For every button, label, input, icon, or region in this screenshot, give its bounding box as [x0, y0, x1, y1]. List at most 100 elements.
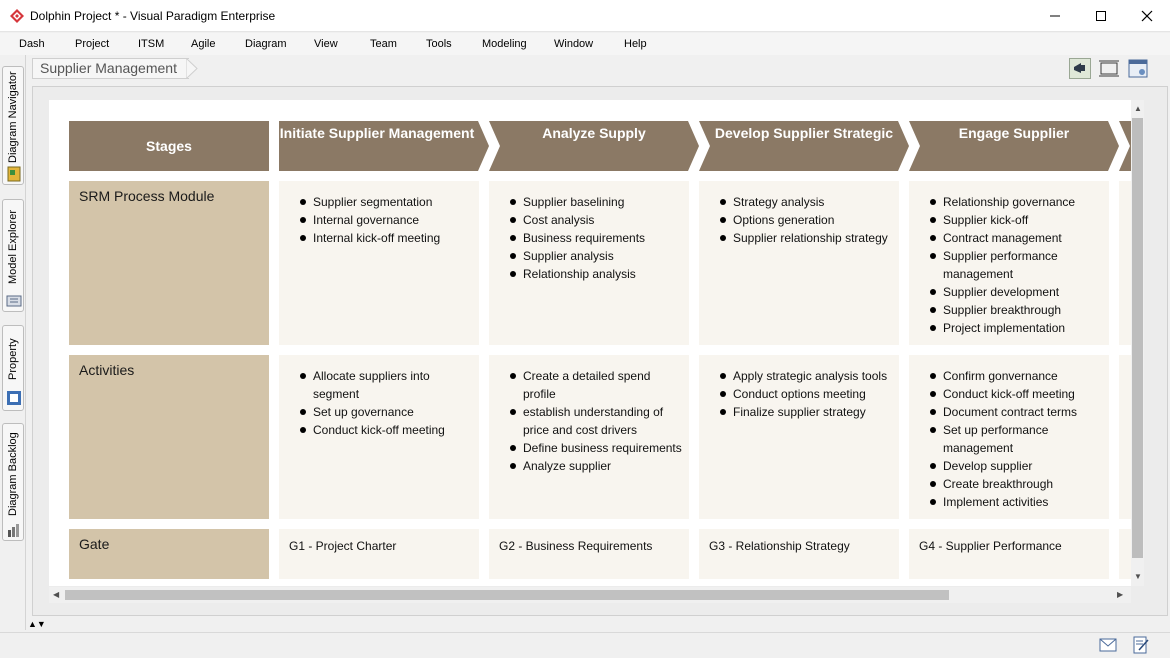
- list-item: Internal kick-off meeting: [289, 229, 473, 247]
- dock-tab-label: Model Explorer: [7, 210, 19, 284]
- list-item: Develop supplier: [919, 457, 1103, 475]
- list-item: Supplier baselining: [499, 193, 683, 211]
- menu-view[interactable]: View: [314, 38, 338, 50]
- menu-project[interactable]: Project: [75, 38, 109, 50]
- cell-activities-stage-1[interactable]: Allocate suppliers into segment Set up g…: [279, 355, 479, 519]
- vertical-scrollbar[interactable]: ▲ ▼: [1131, 100, 1144, 586]
- list-item: Confirm gonvernance: [919, 367, 1103, 385]
- diagram-properties-icon: [1128, 59, 1148, 78]
- list-item: Conduct kick-off meeting: [919, 385, 1103, 403]
- scroll-up-icon[interactable]: ▲: [1134, 104, 1142, 114]
- scroll-down-icon[interactable]: ▼: [1134, 572, 1142, 582]
- breadcrumb[interactable]: Supplier Management: [32, 58, 189, 79]
- dock-tab-label: Diagram Navigator: [7, 71, 19, 163]
- cell-srm-stage-4[interactable]: Relationship governance Supplier kick-of…: [909, 181, 1109, 345]
- breadcrumb-chevron-icon: [186, 58, 198, 79]
- announcement-button[interactable]: [1069, 58, 1091, 79]
- diagram-properties-button[interactable]: [1127, 58, 1149, 79]
- stage-label-3: Develop Supplier Strategic: [714, 125, 894, 141]
- list-item: establish understanding of price and cos…: [499, 403, 683, 439]
- minimize-icon: [1050, 15, 1060, 17]
- collapse-toggle-icon[interactable]: ▲▼: [28, 619, 46, 629]
- list-item: Strategy analysis: [709, 193, 893, 211]
- vertical-scroll-thumb[interactable]: [1132, 118, 1143, 558]
- menu-dash[interactable]: Dash: [19, 38, 45, 50]
- cell-srm-stage-2[interactable]: Supplier baselining Cost analysis Busine…: [489, 181, 689, 345]
- menu-tools[interactable]: Tools: [426, 38, 452, 50]
- cell-activities-stage-4[interactable]: Confirm gonvernance Conduct kick-off mee…: [909, 355, 1109, 519]
- stage-label-2: Analyze Supply: [542, 125, 646, 141]
- gate-cell-3[interactable]: G3 - Relationship Strategy: [699, 529, 899, 579]
- cell-activities-stage-2[interactable]: Create a detailed spend profile establis…: [489, 355, 689, 519]
- row-label-gate[interactable]: Gate: [69, 529, 269, 579]
- mail-icon[interactable]: [1099, 638, 1117, 652]
- fit-diagram-icon: [1099, 60, 1119, 77]
- list-item: Options generation: [709, 211, 893, 229]
- close-button[interactable]: [1124, 0, 1170, 32]
- list-item: Supplier development: [919, 283, 1103, 301]
- menu-modeling[interactable]: Modeling: [482, 38, 527, 50]
- list-item: Relationship analysis: [499, 265, 683, 283]
- close-icon: [1141, 10, 1153, 22]
- gate-cell-2[interactable]: G2 - Business Requirements: [489, 529, 689, 579]
- menu-window[interactable]: Window: [554, 38, 593, 50]
- breadcrumb-label: Supplier Management: [40, 60, 177, 76]
- list-item: Supplier kick-off: [919, 211, 1103, 229]
- horizontal-scroll-thumb[interactable]: [65, 590, 949, 600]
- row-label-srm-process-module[interactable]: SRM Process Module: [69, 181, 269, 345]
- dock-tab-diagram-navigator[interactable]: Diagram Navigator: [2, 66, 24, 185]
- list-item: Supplier segmentation: [289, 193, 473, 211]
- list-item: Supplier relationship strategy: [709, 229, 893, 247]
- diagram-canvas[interactable]: Stages Initiate Supplier Management Anal…: [49, 100, 1131, 586]
- edit-document-icon[interactable]: [1133, 636, 1149, 654]
- dock-tab-property[interactable]: Property: [2, 325, 24, 411]
- list-item: Relationship governance: [919, 193, 1103, 211]
- list-item: Create breakthrough: [919, 475, 1103, 493]
- property-icon: [7, 391, 21, 405]
- stage-chevron-partial: [1119, 121, 1131, 171]
- cell-srm-stage-3[interactable]: Strategy analysis Options generation Sup…: [699, 181, 899, 345]
- menu-diagram[interactable]: Diagram: [245, 38, 287, 50]
- menu-itsm[interactable]: ITSM: [138, 38, 164, 50]
- fit-diagram-button[interactable]: [1098, 58, 1120, 79]
- menu-agile[interactable]: Agile: [191, 38, 215, 50]
- minimize-button[interactable]: [1032, 0, 1078, 32]
- list-item: Conduct kick-off meeting: [289, 421, 473, 439]
- dock-tab-label: Property: [7, 338, 19, 380]
- status-bar: [0, 632, 1170, 658]
- row-label-activities[interactable]: Activities: [69, 355, 269, 519]
- list-item: Internal governance: [289, 211, 473, 229]
- menu-bar: Dash Project ITSM Agile Diagram View Tea…: [0, 33, 1170, 55]
- horizontal-scrollbar[interactable]: ◀ ▶: [49, 587, 1131, 603]
- list-item: Document contract terms: [919, 403, 1103, 421]
- dock-tab-diagram-backlog[interactable]: Diagram Backlog: [2, 423, 24, 541]
- list-item: Define business requirements: [499, 439, 683, 457]
- model-explorer-icon: [6, 295, 22, 307]
- scroll-left-icon[interactable]: ◀: [53, 590, 59, 600]
- cell-srm-stage-1[interactable]: Supplier segmentation Internal governanc…: [279, 181, 479, 345]
- menu-team[interactable]: Team: [370, 38, 397, 50]
- dock-tab-model-explorer[interactable]: Model Explorer: [2, 199, 24, 312]
- cell-activities-stage-3[interactable]: Apply strategic analysis tools Conduct o…: [699, 355, 899, 519]
- stage-label-4: Engage Supplier: [958, 125, 1070, 141]
- list-item: Contract management: [919, 229, 1103, 247]
- list-item: Supplier analysis: [499, 247, 683, 265]
- scroll-right-icon[interactable]: ▶: [1117, 590, 1123, 600]
- maximize-icon: [1096, 11, 1106, 21]
- cell-partial: [1119, 181, 1131, 345]
- list-item: Cost analysis: [499, 211, 683, 229]
- gate-cell-1[interactable]: G1 - Project Charter: [279, 529, 479, 579]
- diagram-navigator-icon: [7, 166, 21, 182]
- stages-header[interactable]: Stages: [69, 121, 269, 171]
- list-item: Project implementation: [919, 319, 1103, 337]
- left-dock: Diagram Navigator Model Explorer Propert…: [0, 55, 26, 630]
- stage-label-1: Initiate Supplier Management: [279, 125, 475, 141]
- announcement-icon: [1069, 58, 1091, 79]
- gate-cell-4[interactable]: G4 - Supplier Performance: [909, 529, 1109, 579]
- list-item: Supplier performance management: [919, 247, 1103, 283]
- list-item: Business requirements: [499, 229, 683, 247]
- cell-partial: [1119, 355, 1131, 519]
- list-item: Apply strategic analysis tools: [709, 367, 893, 385]
- menu-help[interactable]: Help: [624, 38, 647, 50]
- maximize-button[interactable]: [1078, 0, 1124, 32]
